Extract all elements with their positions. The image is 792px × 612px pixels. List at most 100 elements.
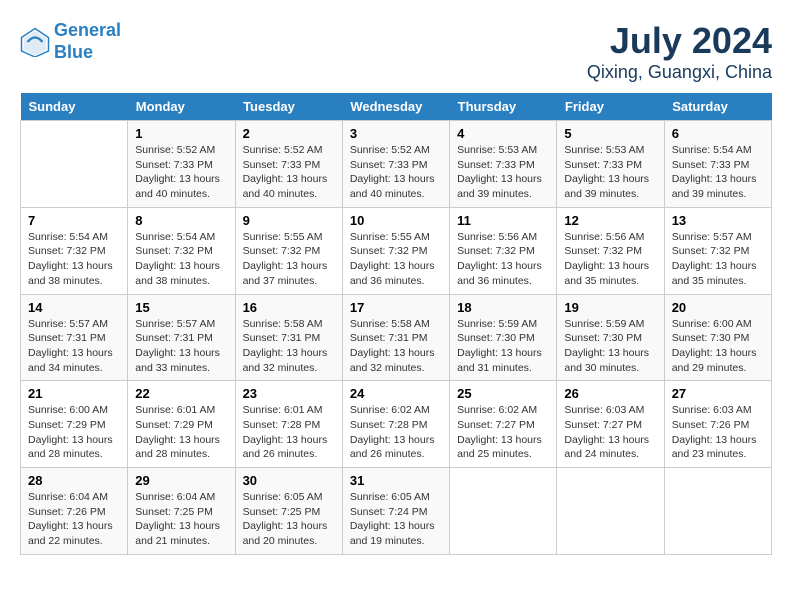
day-cell: 5 Sunrise: 5:53 AMSunset: 7:33 PMDaylight… [557,121,664,208]
header-cell-saturday: Saturday [664,93,771,121]
header-cell-friday: Friday [557,93,664,121]
day-cell: 2Sunrise: 5:52 AMSunset: 7:33 PMDaylight… [235,121,342,208]
day-cell: 27 Sunrise: 6:03 AMSunset: 7:26 PMDayligh… [664,381,771,468]
day-number: 17 [350,300,442,315]
day-info: Sunrise: 6:02 AMSunset: 7:28 PMDaylight:… [350,403,442,462]
day-number: 24 [350,386,442,401]
day-info: Sunrise: 6:04 AMSunset: 7:25 PMDaylight:… [135,490,227,549]
day-info: Sunrise: 5:57 AMSunset: 7:32 PMDaylight:… [672,230,764,289]
week-row-1: 1 Sunrise: 5:52 AMSunset: 7:33 PMDaylight… [21,121,772,208]
calendar-table: SundayMondayTuesdayWednesdayThursdayFrid… [20,93,772,555]
day-cell: 17 Sunrise: 5:58 AMSunset: 7:31 PMDayligh… [342,294,449,381]
day-cell: 13 Sunrise: 5:57 AMSunset: 7:32 PMDayligh… [664,207,771,294]
day-number: 23 [243,386,335,401]
week-row-4: 21 Sunrise: 6:00 AMSunset: 7:29 PMDayligh… [21,381,772,468]
day-info: Sunrise: 6:01 AMSunset: 7:29 PMDaylight:… [135,403,227,462]
day-number: 27 [672,386,764,401]
day-number: 29 [135,473,227,488]
day-number: 13 [672,213,764,228]
day-info: Sunrise: 5:54 AMSunset: 7:32 PMDaylight:… [28,230,120,289]
day-info: Sunrise: 5:54 AMSunset: 7:32 PMDaylight:… [135,230,227,289]
week-row-2: 7Sunrise: 5:54 AMSunset: 7:32 PMDaylight… [21,207,772,294]
day-number: 4 [457,126,549,141]
day-info: Sunrise: 5:53 AMSunset: 7:33 PMDaylight:… [564,143,656,202]
day-cell: 12Sunrise: 5:56 AMSunset: 7:32 PMDayligh… [557,207,664,294]
day-cell: 1 Sunrise: 5:52 AMSunset: 7:33 PMDaylight… [128,121,235,208]
day-cell: 22 Sunrise: 6:01 AMSunset: 7:29 PMDayligh… [128,381,235,468]
day-cell: 16 Sunrise: 5:58 AMSunset: 7:31 PMDayligh… [235,294,342,381]
day-number: 30 [243,473,335,488]
day-cell: 9Sunrise: 5:55 AMSunset: 7:32 PMDaylight… [235,207,342,294]
day-number: 16 [243,300,335,315]
day-cell [450,468,557,555]
day-number: 14 [28,300,120,315]
calendar-header: SundayMondayTuesdayWednesdayThursdayFrid… [21,93,772,121]
logo-text: General Blue [54,20,121,63]
day-cell: 6 Sunrise: 5:54 AMSunset: 7:33 PMDaylight… [664,121,771,208]
day-cell: 28Sunrise: 6:04 AMSunset: 7:26 PMDayligh… [21,468,128,555]
day-info: Sunrise: 6:05 AMSunset: 7:25 PMDaylight:… [243,490,335,549]
day-cell: 19Sunrise: 5:59 AMSunset: 7:30 PMDayligh… [557,294,664,381]
day-cell: 24 Sunrise: 6:02 AMSunset: 7:28 PMDayligh… [342,381,449,468]
day-number: 9 [243,213,335,228]
day-number: 26 [564,386,656,401]
day-info: Sunrise: 5:58 AMSunset: 7:31 PMDaylight:… [243,317,335,376]
day-cell: 23Sunrise: 6:01 AMSunset: 7:28 PMDayligh… [235,381,342,468]
day-info: Sunrise: 6:00 AMSunset: 7:30 PMDaylight:… [672,317,764,376]
day-info: Sunrise: 6:03 AMSunset: 7:26 PMDaylight:… [672,403,764,462]
day-cell: 14 Sunrise: 5:57 AMSunset: 7:31 PMDayligh… [21,294,128,381]
calendar-subtitle: Qixing, Guangxi, China [587,62,772,83]
logo: General Blue [20,20,121,63]
header-cell-thursday: Thursday [450,93,557,121]
day-number: 15 [135,300,227,315]
day-cell: 25 Sunrise: 6:02 AMSunset: 7:27 PMDayligh… [450,381,557,468]
day-info: Sunrise: 6:05 AMSunset: 7:24 PMDaylight:… [350,490,442,549]
day-cell: 29 Sunrise: 6:04 AMSunset: 7:25 PMDayligh… [128,468,235,555]
title-block: July 2024 Qixing, Guangxi, China [587,20,772,83]
day-info: Sunrise: 6:03 AMSunset: 7:27 PMDaylight:… [564,403,656,462]
day-number: 10 [350,213,442,228]
day-number: 3 [350,126,442,141]
day-info: Sunrise: 5:57 AMSunset: 7:31 PMDaylight:… [28,317,120,376]
day-cell [557,468,664,555]
day-cell: 30 Sunrise: 6:05 AMSunset: 7:25 PMDayligh… [235,468,342,555]
header-cell-tuesday: Tuesday [235,93,342,121]
day-number: 21 [28,386,120,401]
day-info: Sunrise: 5:59 AMSunset: 7:30 PMDaylight:… [457,317,549,376]
day-info: Sunrise: 5:52 AMSunset: 7:33 PMDaylight:… [135,143,227,202]
day-cell: 7Sunrise: 5:54 AMSunset: 7:32 PMDaylight… [21,207,128,294]
day-number: 6 [672,126,764,141]
day-number: 25 [457,386,549,401]
day-number: 18 [457,300,549,315]
day-cell: 10Sunrise: 5:55 AMSunset: 7:32 PMDayligh… [342,207,449,294]
day-cell: 3 Sunrise: 5:52 AMSunset: 7:33 PMDaylight… [342,121,449,208]
day-number: 8 [135,213,227,228]
day-info: Sunrise: 5:59 AMSunset: 7:30 PMDaylight:… [564,317,656,376]
header-cell-sunday: Sunday [21,93,128,121]
logo-icon [20,27,50,57]
day-info: Sunrise: 5:57 AMSunset: 7:31 PMDaylight:… [135,317,227,376]
day-number: 5 [564,126,656,141]
header-row: SundayMondayTuesdayWednesdayThursdayFrid… [21,93,772,121]
header-cell-monday: Monday [128,93,235,121]
day-info: Sunrise: 5:54 AMSunset: 7:33 PMDaylight:… [672,143,764,202]
day-info: Sunrise: 5:52 AMSunset: 7:33 PMDaylight:… [350,143,442,202]
logo-line1: General [54,20,121,40]
day-info: Sunrise: 6:02 AMSunset: 7:27 PMDaylight:… [457,403,549,462]
logo-line2: Blue [54,42,93,62]
day-info: Sunrise: 5:58 AMSunset: 7:31 PMDaylight:… [350,317,442,376]
day-cell: 21 Sunrise: 6:00 AMSunset: 7:29 PMDayligh… [21,381,128,468]
day-info: Sunrise: 5:52 AMSunset: 7:33 PMDaylight:… [243,143,335,202]
day-number: 1 [135,126,227,141]
day-cell: 4 Sunrise: 5:53 AMSunset: 7:33 PMDaylight… [450,121,557,208]
day-info: Sunrise: 5:53 AMSunset: 7:33 PMDaylight:… [457,143,549,202]
day-number: 31 [350,473,442,488]
day-info: Sunrise: 6:00 AMSunset: 7:29 PMDaylight:… [28,403,120,462]
day-cell: 26 Sunrise: 6:03 AMSunset: 7:27 PMDayligh… [557,381,664,468]
calendar-body: 1 Sunrise: 5:52 AMSunset: 7:33 PMDaylight… [21,121,772,555]
day-cell: 15 Sunrise: 5:57 AMSunset: 7:31 PMDayligh… [128,294,235,381]
day-number: 20 [672,300,764,315]
day-info: Sunrise: 6:04 AMSunset: 7:26 PMDaylight:… [28,490,120,549]
day-number: 22 [135,386,227,401]
calendar-title: July 2024 [587,20,772,62]
